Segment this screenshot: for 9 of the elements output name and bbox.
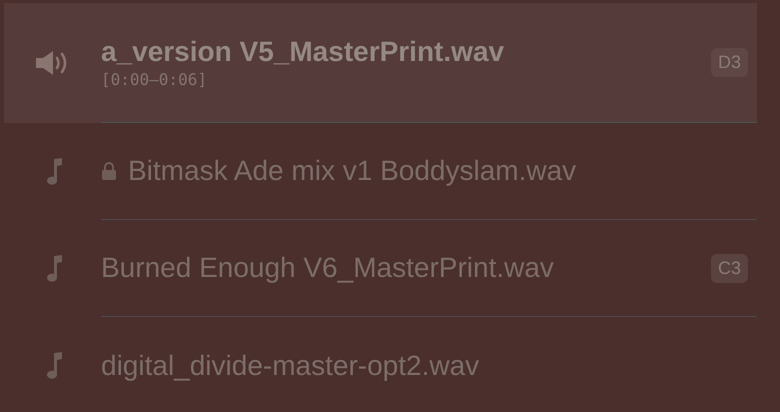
track-title: a_version V5_MasterPrint.wav	[101, 36, 506, 68]
track-row[interactable]: digital_divide-master-opt2.wav	[4, 317, 757, 412]
key-badge: C3	[710, 254, 748, 282]
time-range: [0:00–0:06]	[101, 70, 208, 89]
track-title: Bitmask Ade mix v1 Boddyslam.wav	[128, 155, 578, 187]
track-row[interactable]: Bitmask Ade mix v1 Boddyslam.wav	[4, 123, 757, 220]
track-title: digital_divide-master-opt2.wav	[101, 350, 480, 382]
track-title: Burned Enough V6_MasterPrint.wav	[101, 252, 555, 284]
track-row[interactable]: Burned Enough V6_MasterPrint.wav C3	[4, 220, 757, 317]
